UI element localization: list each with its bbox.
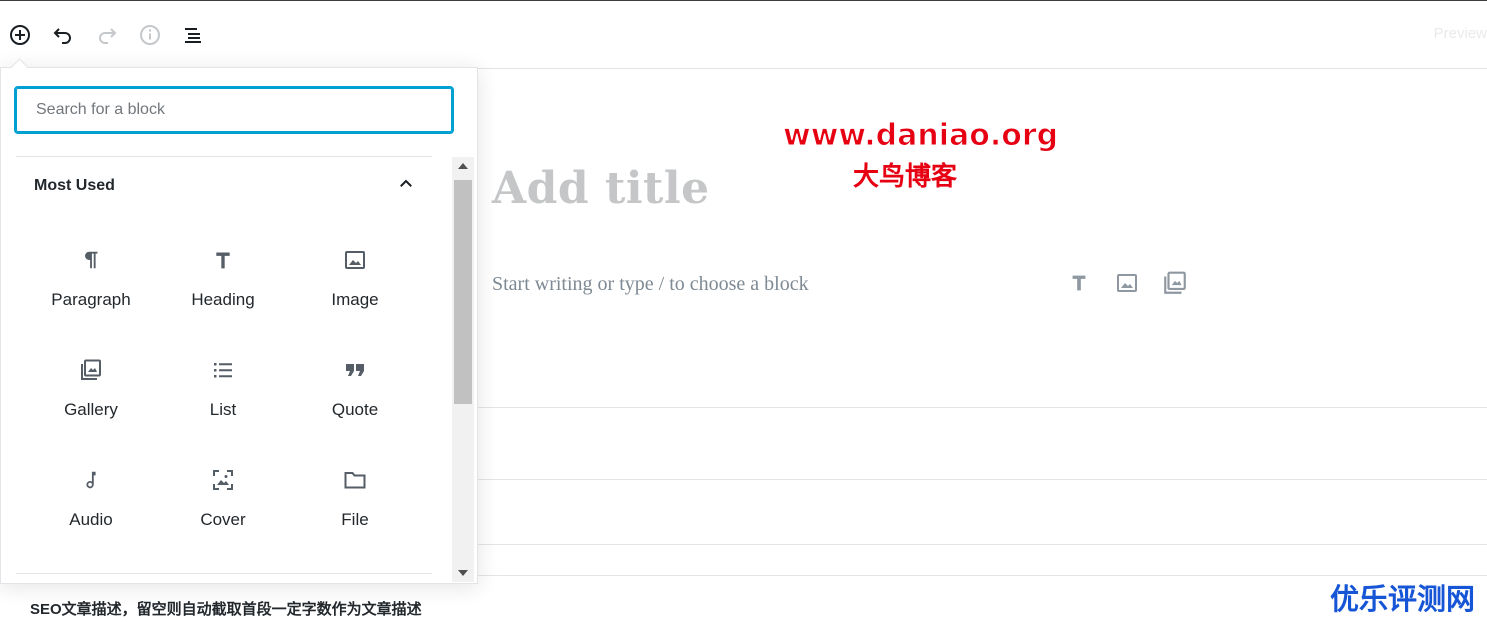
image-icon [1115, 271, 1139, 300]
block-item-label: Gallery [64, 400, 118, 419]
block-item-file[interactable]: File [289, 460, 421, 560]
block-item-gallery[interactable]: Gallery [25, 350, 157, 450]
list-icon [211, 358, 235, 382]
divider [16, 156, 432, 157]
add-block-icon [8, 23, 32, 47]
default-block-appender[interactable]: Start writing or type / to choose a bloc… [492, 273, 809, 296]
divider [16, 573, 432, 574]
block-item-label: List [209, 400, 237, 419]
block-inserter-popover: Most Used Paragraph Heading Image Galler… [0, 67, 478, 584]
watermark-url: www.daniao.org [782, 118, 1059, 154]
scroll-up-arrow-icon[interactable] [452, 157, 474, 175]
redo-icon [95, 23, 119, 47]
site-brand-watermark: 优乐评测网 [1329, 582, 1475, 616]
block-item-heading[interactable]: Heading [157, 240, 289, 340]
block-item-quote[interactable]: Quote [289, 350, 421, 450]
info-button[interactable] [136, 21, 164, 49]
watermark-name: 大鸟博客 [853, 162, 958, 192]
block-item-cover[interactable]: Cover [157, 460, 289, 560]
block-item-label: Cover [200, 510, 246, 529]
inline-add-image-button[interactable] [1114, 272, 1140, 298]
info-icon [138, 23, 162, 47]
seo-description-label: SEO文章描述，留空则自动截取首段一定字数作为文章描述 [30, 601, 422, 618]
heading-icon [1068, 272, 1090, 299]
redo-button[interactable] [93, 21, 121, 49]
undo-button[interactable] [49, 21, 77, 49]
preview-button[interactable]: Preview [1434, 25, 1487, 42]
block-item-label: Paragraph [51, 290, 131, 309]
divider [476, 407, 1487, 408]
gallery-icon [1162, 270, 1188, 301]
block-navigation-button[interactable] [179, 21, 207, 49]
block-item-label: Heading [191, 290, 255, 309]
inline-add-gallery-button[interactable] [1162, 270, 1188, 301]
panel-collapse-button[interactable] [394, 174, 418, 198]
divider [476, 479, 1487, 480]
undo-icon [51, 23, 75, 47]
block-item-paragraph[interactable]: Paragraph [25, 240, 157, 340]
block-search-input[interactable] [14, 86, 454, 134]
chevron-up-icon [397, 175, 415, 198]
divider [476, 544, 1487, 545]
block-item-list[interactable]: List [157, 350, 289, 450]
editor-toolbar: Preview [0, 1, 1487, 69]
inline-add-heading-button[interactable] [1066, 272, 1092, 298]
inserter-scrollbar[interactable] [452, 157, 474, 582]
block-item-label: File [341, 510, 369, 529]
block-item-label: Quote [331, 400, 379, 419]
block-item-image[interactable]: Image [289, 240, 421, 340]
most-used-panel-title[interactable]: Most Used [34, 177, 115, 195]
outline-icon [181, 23, 205, 47]
block-item-label: Audio [69, 510, 113, 529]
file-icon [343, 468, 367, 492]
scroll-down-arrow-icon[interactable] [452, 564, 474, 582]
paragraph-icon [79, 248, 103, 272]
heading-icon [211, 248, 235, 272]
post-title-input[interactable]: Add title [492, 163, 710, 214]
audio-icon [79, 468, 103, 492]
quote-icon [343, 358, 367, 382]
scrollbar-thumb[interactable] [454, 180, 472, 404]
block-item-audio[interactable]: Audio [25, 460, 157, 560]
gallery-icon [79, 358, 103, 382]
image-icon [343, 248, 367, 272]
cover-icon [211, 468, 235, 492]
add-block-button[interactable] [6, 21, 34, 49]
block-item-label: Image [331, 290, 379, 309]
